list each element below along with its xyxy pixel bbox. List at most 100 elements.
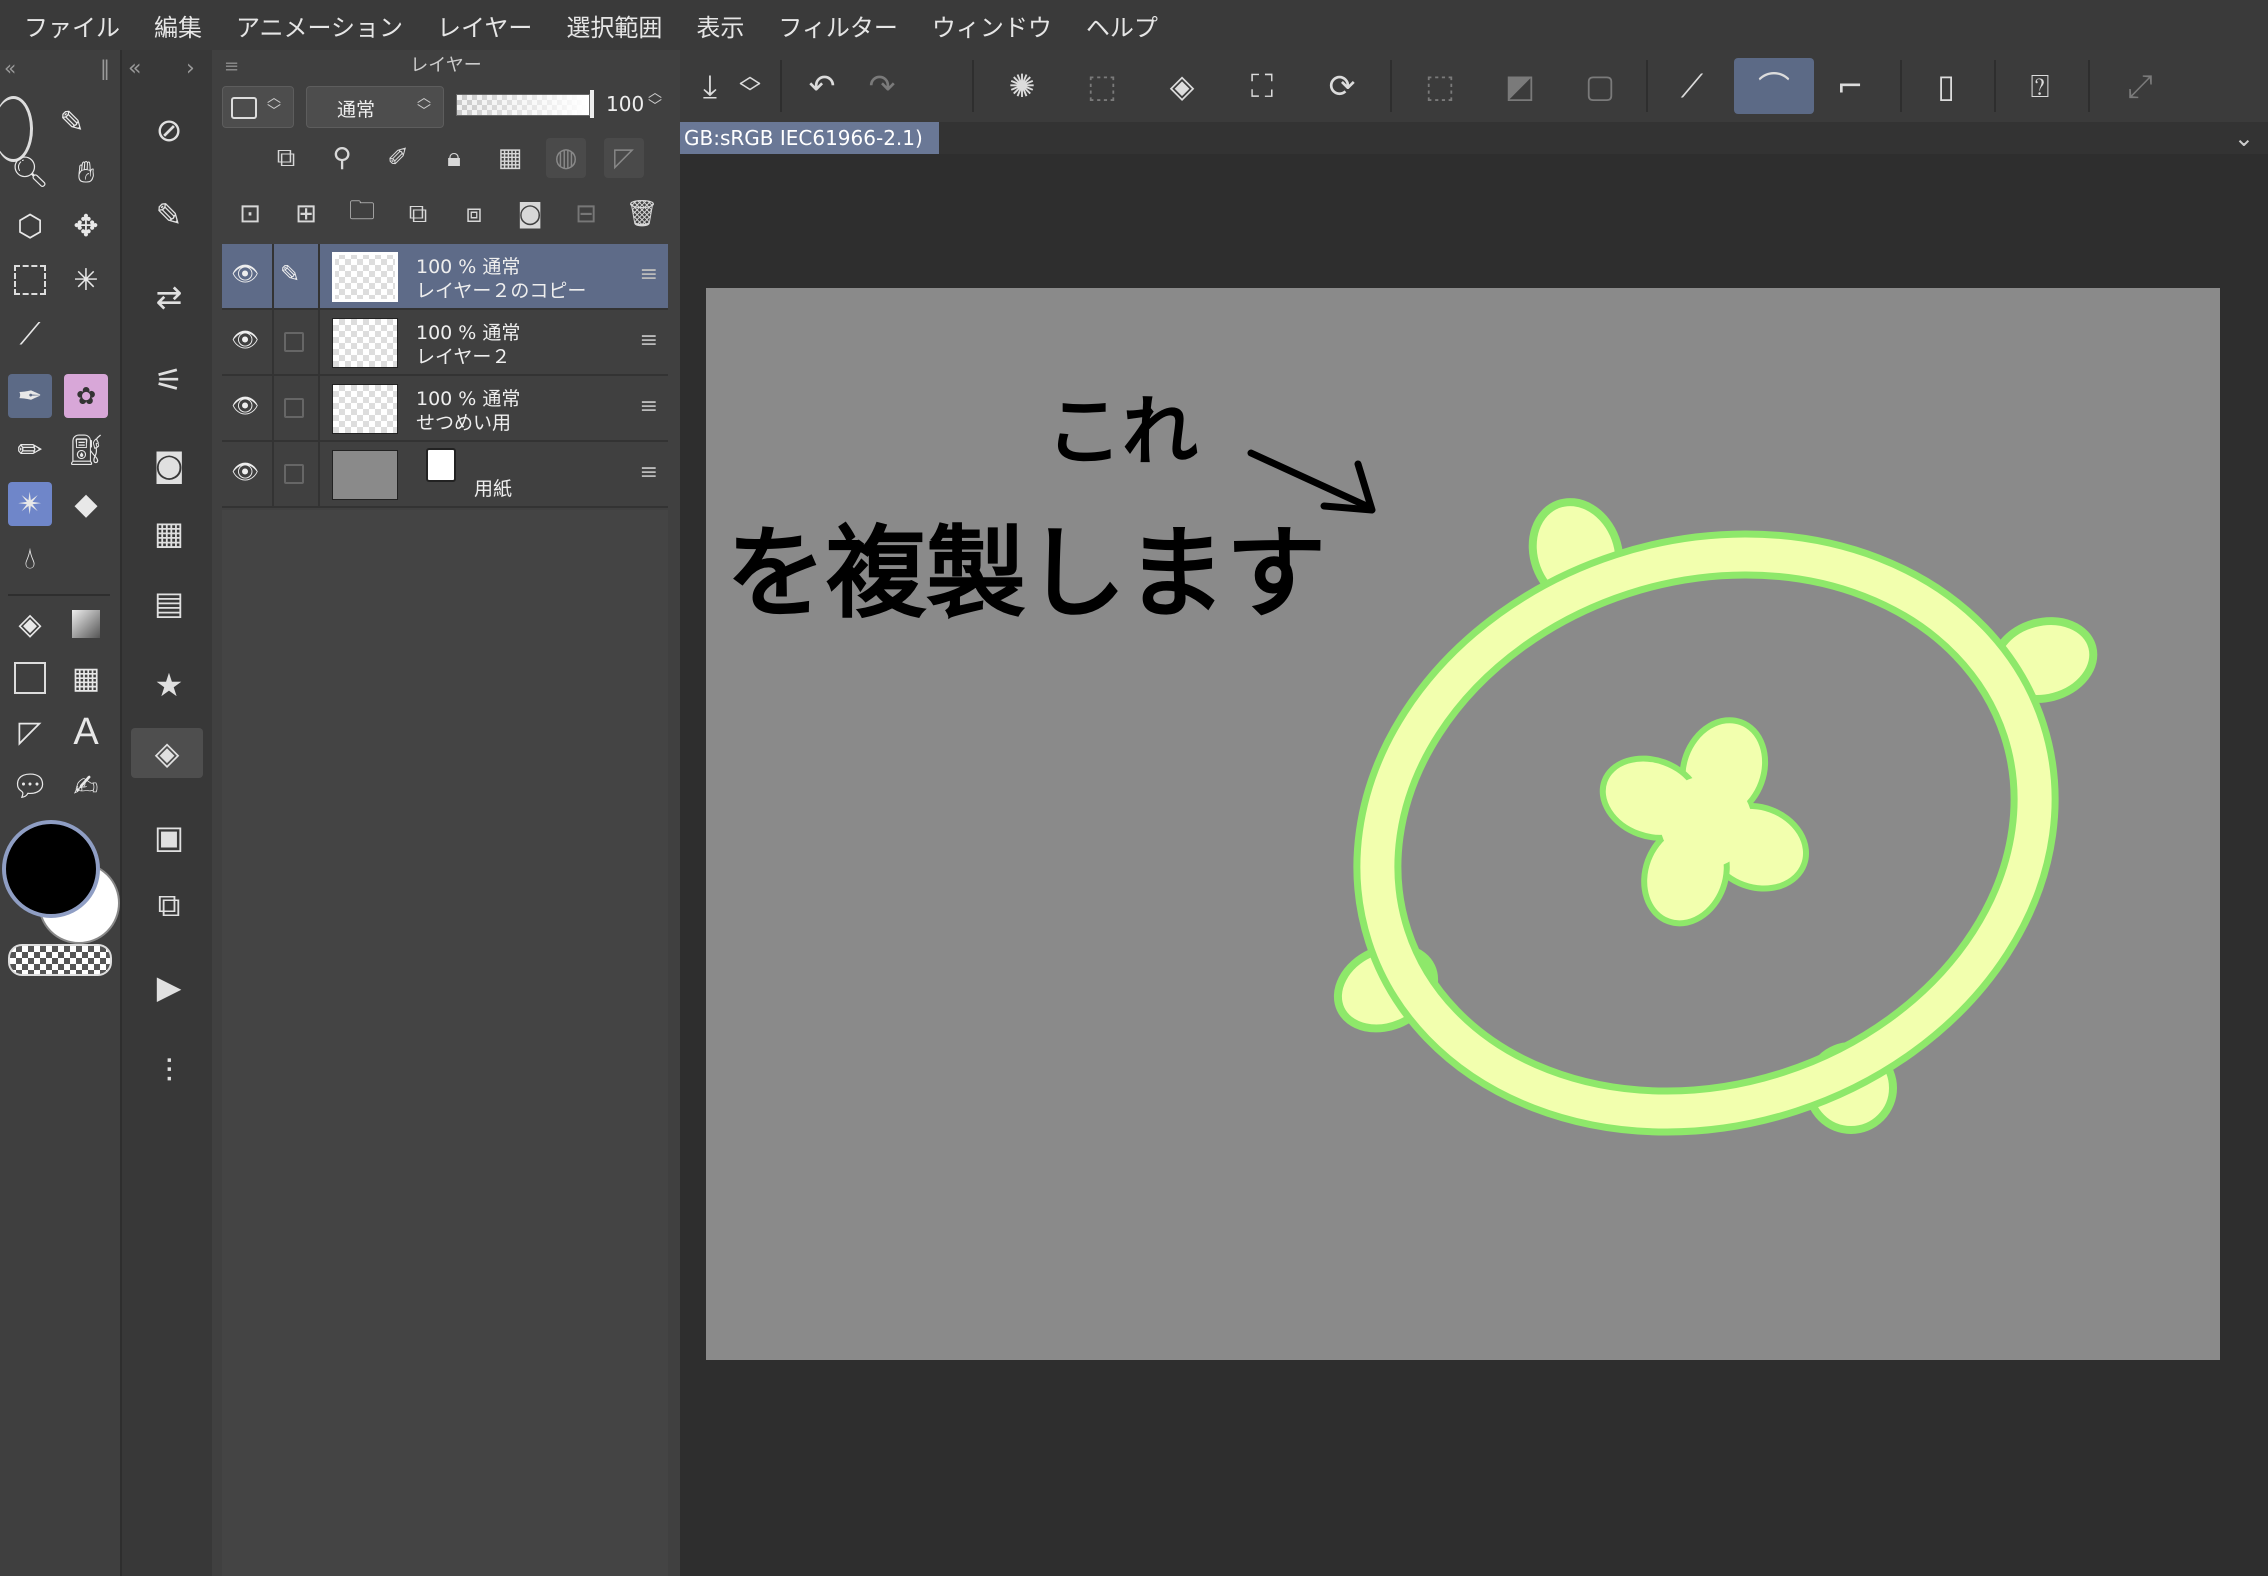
figure-icon[interactable]	[8, 656, 52, 700]
eraser-icon[interactable]: ◆	[64, 482, 108, 526]
menu-selection[interactable]: 選択範囲	[549, 8, 679, 43]
transform-icon[interactable]: ⇄	[144, 272, 194, 322]
opacity-slider-handle[interactable]	[590, 90, 594, 118]
material-icon[interactable]: ★	[144, 660, 194, 710]
draft-icon[interactable]: ✐	[378, 138, 418, 178]
layer-row[interactable]: 👁︎ 100 % 通常 せつめい用 ≡	[222, 376, 668, 442]
invert-selection-icon[interactable]: ◩	[1490, 58, 1550, 114]
magic-wand-icon[interactable]: ✳	[64, 258, 108, 302]
fill-icon[interactable]: ◈	[8, 602, 52, 646]
zoom-icon[interactable]: 🔍︎	[8, 150, 52, 194]
hand-icon[interactable]: ✋︎	[64, 150, 108, 194]
layer-row[interactable]: 👁︎ 用紙 ≡	[222, 442, 668, 508]
balloon-icon[interactable]: 💬︎	[8, 764, 52, 808]
snap-special-ruler-icon[interactable]: ⌒	[1734, 58, 1814, 114]
layer-row[interactable]: 👁︎ 100 % 通常 レイヤー２ ≡	[222, 310, 668, 376]
object-select-icon[interactable]: ⬡	[8, 204, 52, 248]
layer-search-icon[interactable]: ⧉	[144, 880, 194, 930]
transparent-color-swatch[interactable]	[8, 944, 112, 976]
redo-icon[interactable]: ↷	[852, 58, 912, 114]
brush-icon[interactable]: ✴	[8, 482, 52, 526]
merge-down-icon[interactable]: ⧈	[454, 194, 494, 234]
layer-name[interactable]: せつめい用	[416, 408, 511, 435]
opacity-value[interactable]: 100	[606, 92, 644, 116]
layer-menu-icon[interactable]: ≡	[640, 460, 658, 485]
smartphone-icon[interactable]: ▯	[1916, 58, 1976, 114]
collapse-icon[interactable]: «	[128, 56, 141, 81]
blend-mode-select[interactable]: 通常 ︿ ﹀	[306, 86, 444, 128]
pen-icon[interactable]: ✒	[8, 374, 52, 418]
visibility-eye-icon[interactable]: 👁︎	[230, 394, 260, 420]
pencil-icon[interactable]: ✏	[8, 428, 52, 472]
menu-file[interactable]: ファイル	[0, 8, 137, 43]
menu-window[interactable]: ウィンドウ	[915, 8, 1069, 43]
new-vector-layer-icon[interactable]: ⊞	[286, 194, 326, 234]
layer-name[interactable]: レイヤー２のコピー	[416, 276, 586, 303]
menu-help[interactable]: ヘルプ	[1069, 8, 1175, 43]
navigator-icon[interactable]: ⊘	[144, 105, 194, 155]
menu-edit[interactable]: 編集	[137, 8, 219, 43]
eyedropper-icon[interactable]: ⟋	[8, 312, 52, 356]
stepper-icon[interactable]: ︿ ﹀	[720, 58, 780, 114]
undo-icon[interactable]: ↶	[792, 58, 852, 114]
sub-tool-icon[interactable]: ✎	[144, 190, 194, 240]
adjustment-icon[interactable]: ⫶	[144, 1046, 194, 1096]
transform-icon[interactable]: ⛶	[1232, 58, 1292, 114]
new-raster-layer-icon[interactable]: ⊡	[230, 194, 270, 234]
ruler-display-icon[interactable]: ◸	[604, 138, 644, 178]
mask-enable-icon[interactable]: ◍	[546, 138, 586, 178]
decoration-icon[interactable]: ✿	[64, 374, 108, 418]
layer-palette-icon[interactable]: ◈	[131, 728, 203, 778]
color-wheel-icon[interactable]: ◙	[144, 440, 194, 490]
tool-property-icon[interactable]: ⚟	[144, 355, 194, 405]
visibility-eye-icon[interactable]: 👁︎	[230, 262, 260, 288]
collapse-left-icon[interactable]: «	[4, 56, 16, 80]
color-set-icon[interactable]: ▦	[144, 508, 194, 558]
loading-icon[interactable]: ✺	[992, 58, 1052, 114]
clear-selection-icon[interactable]: ⬚	[1072, 58, 1132, 114]
apply-mask-icon[interactable]: ⊟	[566, 194, 606, 234]
layer-menu-icon[interactable]: ≡	[640, 394, 658, 419]
move-icon[interactable]: ✥	[64, 204, 108, 248]
create-mask-icon[interactable]: ◙	[510, 194, 550, 234]
opacity-slider[interactable]	[456, 94, 590, 116]
layer-color-select[interactable]: ︿ ﹀	[222, 86, 294, 128]
delete-layer-icon[interactable]: 🗑︎	[622, 194, 662, 234]
blend-icon[interactable]: 💧︎	[8, 536, 52, 580]
select-layer-icon[interactable]: ⟳	[1312, 58, 1372, 114]
animation-cels-icon[interactable]: ▶	[144, 962, 194, 1012]
document-tab[interactable]: GB:sRGB IEC61966-2.1)	[680, 122, 939, 154]
drawing-canvas[interactable]: これ を複製します	[706, 288, 2220, 1360]
fill-bucket-icon[interactable]: ◈	[1152, 58, 1212, 114]
gradient-icon[interactable]	[64, 602, 108, 646]
layer-checkbox[interactable]	[284, 464, 304, 484]
fullscreen-icon[interactable]: ⤢	[2110, 58, 2170, 114]
opacity-stepper-icon[interactable]: ︿ ﹀	[648, 86, 662, 114]
layer-checkbox[interactable]	[284, 332, 304, 352]
expand-icon[interactable]: ›	[186, 56, 195, 81]
lock-transparency-icon[interactable]: ▦	[490, 138, 530, 178]
help-icon[interactable]: ⍰	[2010, 58, 2070, 114]
deselect-icon[interactable]: ⬚	[1410, 58, 1470, 114]
menu-filter[interactable]: フィルター	[761, 8, 915, 43]
menu-layer[interactable]: レイヤー	[420, 8, 549, 43]
ruler-icon[interactable]: ◸	[8, 710, 52, 754]
grip-icon[interactable]: ‖	[100, 56, 110, 80]
layer-menu-icon[interactable]: ≡	[640, 262, 658, 287]
show-selection-icon[interactable]: ▢	[1570, 58, 1630, 114]
rect-select-icon[interactable]	[8, 258, 52, 302]
airbrush-icon[interactable]: ⛽︎	[64, 428, 108, 472]
lock-icon[interactable]: 🔒︎	[434, 138, 474, 178]
layer-menu-icon[interactable]: ≡	[640, 328, 658, 353]
clip-icon[interactable]: ⧉	[266, 138, 306, 178]
correct-line-icon[interactable]: ✍	[64, 764, 108, 808]
timeline-icon[interactable]: ▤	[144, 578, 194, 628]
menu-animation[interactable]: アニメーション	[219, 8, 420, 43]
layer-name[interactable]: 用紙	[474, 474, 512, 501]
main-color-swatch[interactable]	[2, 820, 100, 918]
snap-grid-icon[interactable]: ⌐	[1820, 58, 1880, 114]
layer-name[interactable]: レイヤー２	[416, 342, 510, 369]
chevron-down-icon[interactable]: ⌄	[2234, 122, 2254, 154]
pen-tool-icon[interactable]: ✎	[50, 100, 94, 144]
transfer-down-icon[interactable]: ⧉	[398, 194, 438, 234]
